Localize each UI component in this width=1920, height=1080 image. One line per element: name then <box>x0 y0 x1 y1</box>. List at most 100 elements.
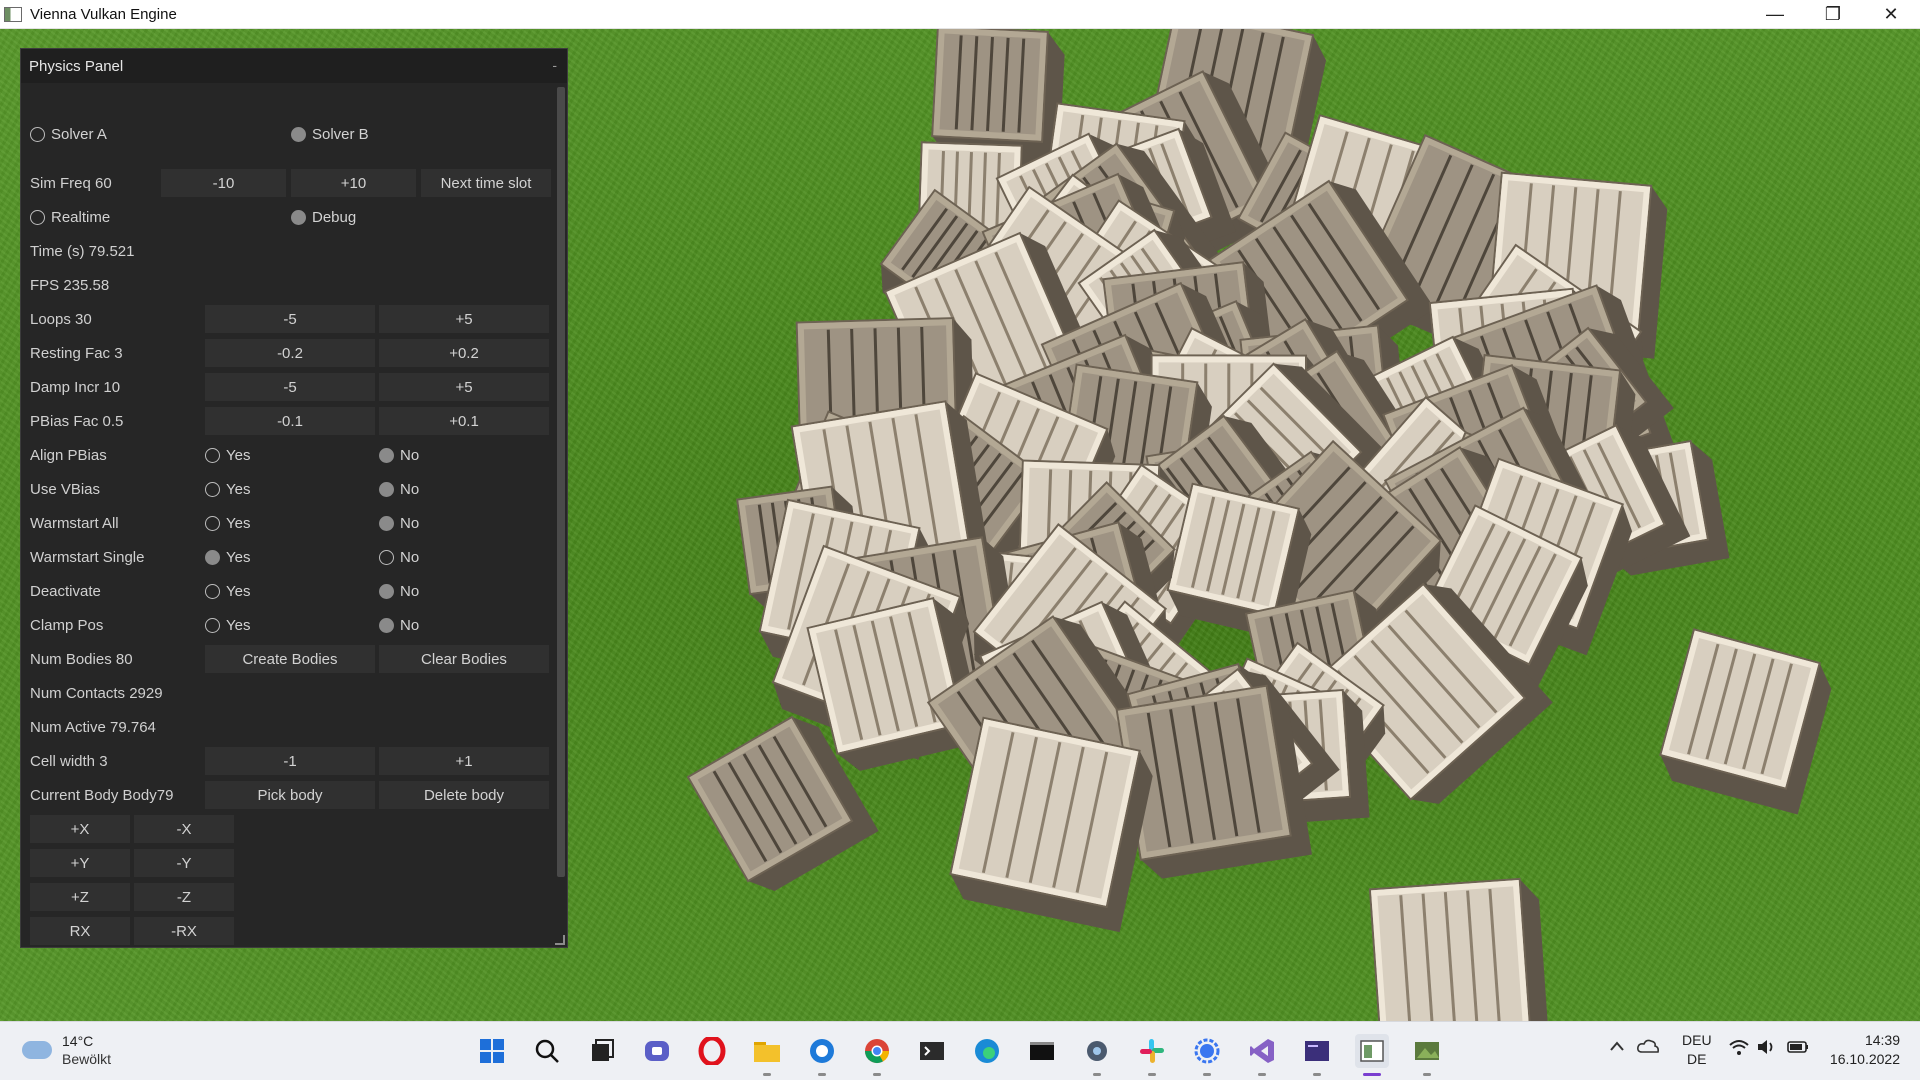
damp-incr-plus-button[interactable]: +5 <box>379 373 549 401</box>
physics-panel[interactable]: Physics Panel - Solver A Solver B Sim Fr… <box>20 48 568 948</box>
align-pbias-yes-radio[interactable]: Yes <box>205 441 250 469</box>
resize-grip-icon[interactable] <box>555 935 565 945</box>
edge-button[interactable] <box>970 1034 1004 1068</box>
create-bodies-button[interactable]: Create Bodies <box>205 645 375 673</box>
volume-icon[interactable] <box>1756 1038 1778 1061</box>
clock-time: 14:39 <box>1864 1032 1900 1048</box>
restore-button[interactable]: ❐ <box>1804 0 1862 29</box>
running-indicator <box>818 1073 826 1076</box>
warmstart-single-row: Warmstart Single <box>30 543 144 571</box>
clamp-pos-yes-radio[interactable]: Yes <box>205 611 250 639</box>
loops-minus-button[interactable]: -5 <box>205 305 375 333</box>
visual-studio-button[interactable] <box>1245 1034 1279 1076</box>
warmstart-single-no-radio[interactable]: No <box>379 543 419 571</box>
panel-scrollbar[interactable] <box>557 87 565 877</box>
minimize-button[interactable]: — <box>1746 0 1804 29</box>
deactivate-yes-radio[interactable]: Yes <box>205 577 250 605</box>
console-button[interactable] <box>1025 1034 1059 1068</box>
pbias-fac-minus-button[interactable]: -0.1 <box>205 407 375 435</box>
active-window-button[interactable] <box>1355 1034 1389 1076</box>
warmstart-single-yes-radio[interactable]: Yes <box>205 543 250 571</box>
resting-fac-plus-button[interactable]: +0.2 <box>379 339 549 367</box>
radio-icon <box>291 209 306 225</box>
close-button[interactable]: ✕ <box>1862 0 1920 29</box>
weather-widget[interactable]: 14°C Bewölkt <box>22 1032 111 1068</box>
use-vbias-yes-radio[interactable]: Yes <box>205 475 250 503</box>
windows-icon <box>480 1039 504 1063</box>
search-button[interactable] <box>530 1034 564 1068</box>
cell-width-minus-button[interactable]: -1 <box>205 747 375 775</box>
align-pbias-label: Align PBias <box>30 446 107 464</box>
settings-button[interactable] <box>1080 1034 1114 1076</box>
battery-icon[interactable] <box>1786 1038 1810 1061</box>
cell-width-plus-button[interactable]: +1 <box>379 747 549 775</box>
task-view-button[interactable] <box>585 1034 619 1068</box>
running-indicator <box>1093 1073 1101 1076</box>
warmstart-all-no-radio[interactable]: No <box>379 509 419 537</box>
weather-temp: 14°C <box>62 1033 94 1049</box>
rotate-minus-x-button[interactable]: -RX <box>134 917 234 945</box>
clamp-pos-no-radio[interactable]: No <box>379 611 419 639</box>
loops-plus-button[interactable]: +5 <box>379 305 549 333</box>
wifi-icon[interactable] <box>1728 1038 1750 1061</box>
start-button[interactable] <box>475 1034 509 1068</box>
solver-a-radio[interactable]: Solver A <box>30 120 107 148</box>
realtime-radio[interactable]: Realtime <box>30 203 110 231</box>
next-time-slot-button[interactable]: Next time slot <box>421 169 551 197</box>
collapse-button[interactable]: - <box>552 57 557 73</box>
solver-b-label: Solver B <box>312 125 369 143</box>
opera-button[interactable] <box>695 1034 729 1068</box>
deactivate-row: Deactivate <box>30 577 101 605</box>
plus-y-button[interactable]: +Y <box>30 849 130 877</box>
clamp-pos-row: Clamp Pos <box>30 611 103 639</box>
debug-radio[interactable]: Debug <box>291 203 356 231</box>
pick-body-button[interactable]: Pick body <box>205 781 375 809</box>
radio-icon <box>379 481 394 497</box>
tray-overflow-icon[interactable] <box>1608 1038 1626 1059</box>
chrome-button[interactable] <box>860 1034 894 1076</box>
damp-incr-minus-button[interactable]: -5 <box>205 373 375 401</box>
plus-z-button[interactable]: +Z <box>30 883 130 911</box>
image-viewer-button[interactable] <box>1410 1034 1444 1076</box>
crate <box>949 716 1153 933</box>
minus-y-button[interactable]: -Y <box>134 849 234 877</box>
radio-icon <box>30 126 45 142</box>
sim-freq-plus-button[interactable]: +10 <box>291 169 416 197</box>
minus-z-button[interactable]: -Z <box>134 883 234 911</box>
solver-b-radio[interactable]: Solver B <box>291 120 369 148</box>
onedrive-icon[interactable] <box>1636 1038 1660 1059</box>
delete-body-button[interactable]: Delete body <box>379 781 549 809</box>
deactivate-no-radio[interactable]: No <box>379 577 419 605</box>
teams-chat-button[interactable] <box>640 1034 674 1068</box>
clear-bodies-button[interactable]: Clear Bodies <box>379 645 549 673</box>
resting-fac-minus-button[interactable]: -0.2 <box>205 339 375 367</box>
signal-button[interactable] <box>1190 1034 1224 1076</box>
slack-button[interactable] <box>1135 1034 1169 1076</box>
running-indicator <box>1258 1073 1266 1076</box>
panel-header[interactable]: Physics Panel - <box>21 49 567 83</box>
edge-icon <box>975 1039 999 1063</box>
cell-width-label: Cell width 3 <box>30 752 108 770</box>
no-label: No <box>400 446 420 464</box>
github-desktop-button[interactable] <box>805 1034 839 1076</box>
sim-freq-minus-button[interactable]: -10 <box>161 169 286 197</box>
warmstart-all-yes-radio[interactable]: Yes <box>205 509 250 537</box>
language-indicator[interactable]: DEU DE <box>1682 1031 1712 1069</box>
opera-icon <box>698 1037 726 1065</box>
radio-icon <box>205 481 220 497</box>
clock[interactable]: 14:39 16.10.2022 <box>1826 1031 1900 1069</box>
vulkan-app-button[interactable] <box>1300 1034 1334 1076</box>
minus-x-button[interactable]: -X <box>134 815 234 843</box>
yes-label: Yes <box>226 446 251 464</box>
vienna-window-icon <box>1360 1040 1384 1062</box>
pbias-fac-plus-button[interactable]: +0.1 <box>379 407 549 435</box>
use-vbias-no-radio[interactable]: No <box>379 475 419 503</box>
no-label: No <box>400 548 420 566</box>
plus-x-button[interactable]: +X <box>30 815 130 843</box>
keyboard-layout: DE <box>1687 1051 1707 1067</box>
file-explorer-button[interactable] <box>750 1034 784 1076</box>
align-pbias-no-radio[interactable]: No <box>379 441 419 469</box>
rotate-x-button[interactable]: RX <box>30 917 130 945</box>
terminal-button[interactable] <box>915 1034 949 1068</box>
crate <box>1659 628 1832 815</box>
